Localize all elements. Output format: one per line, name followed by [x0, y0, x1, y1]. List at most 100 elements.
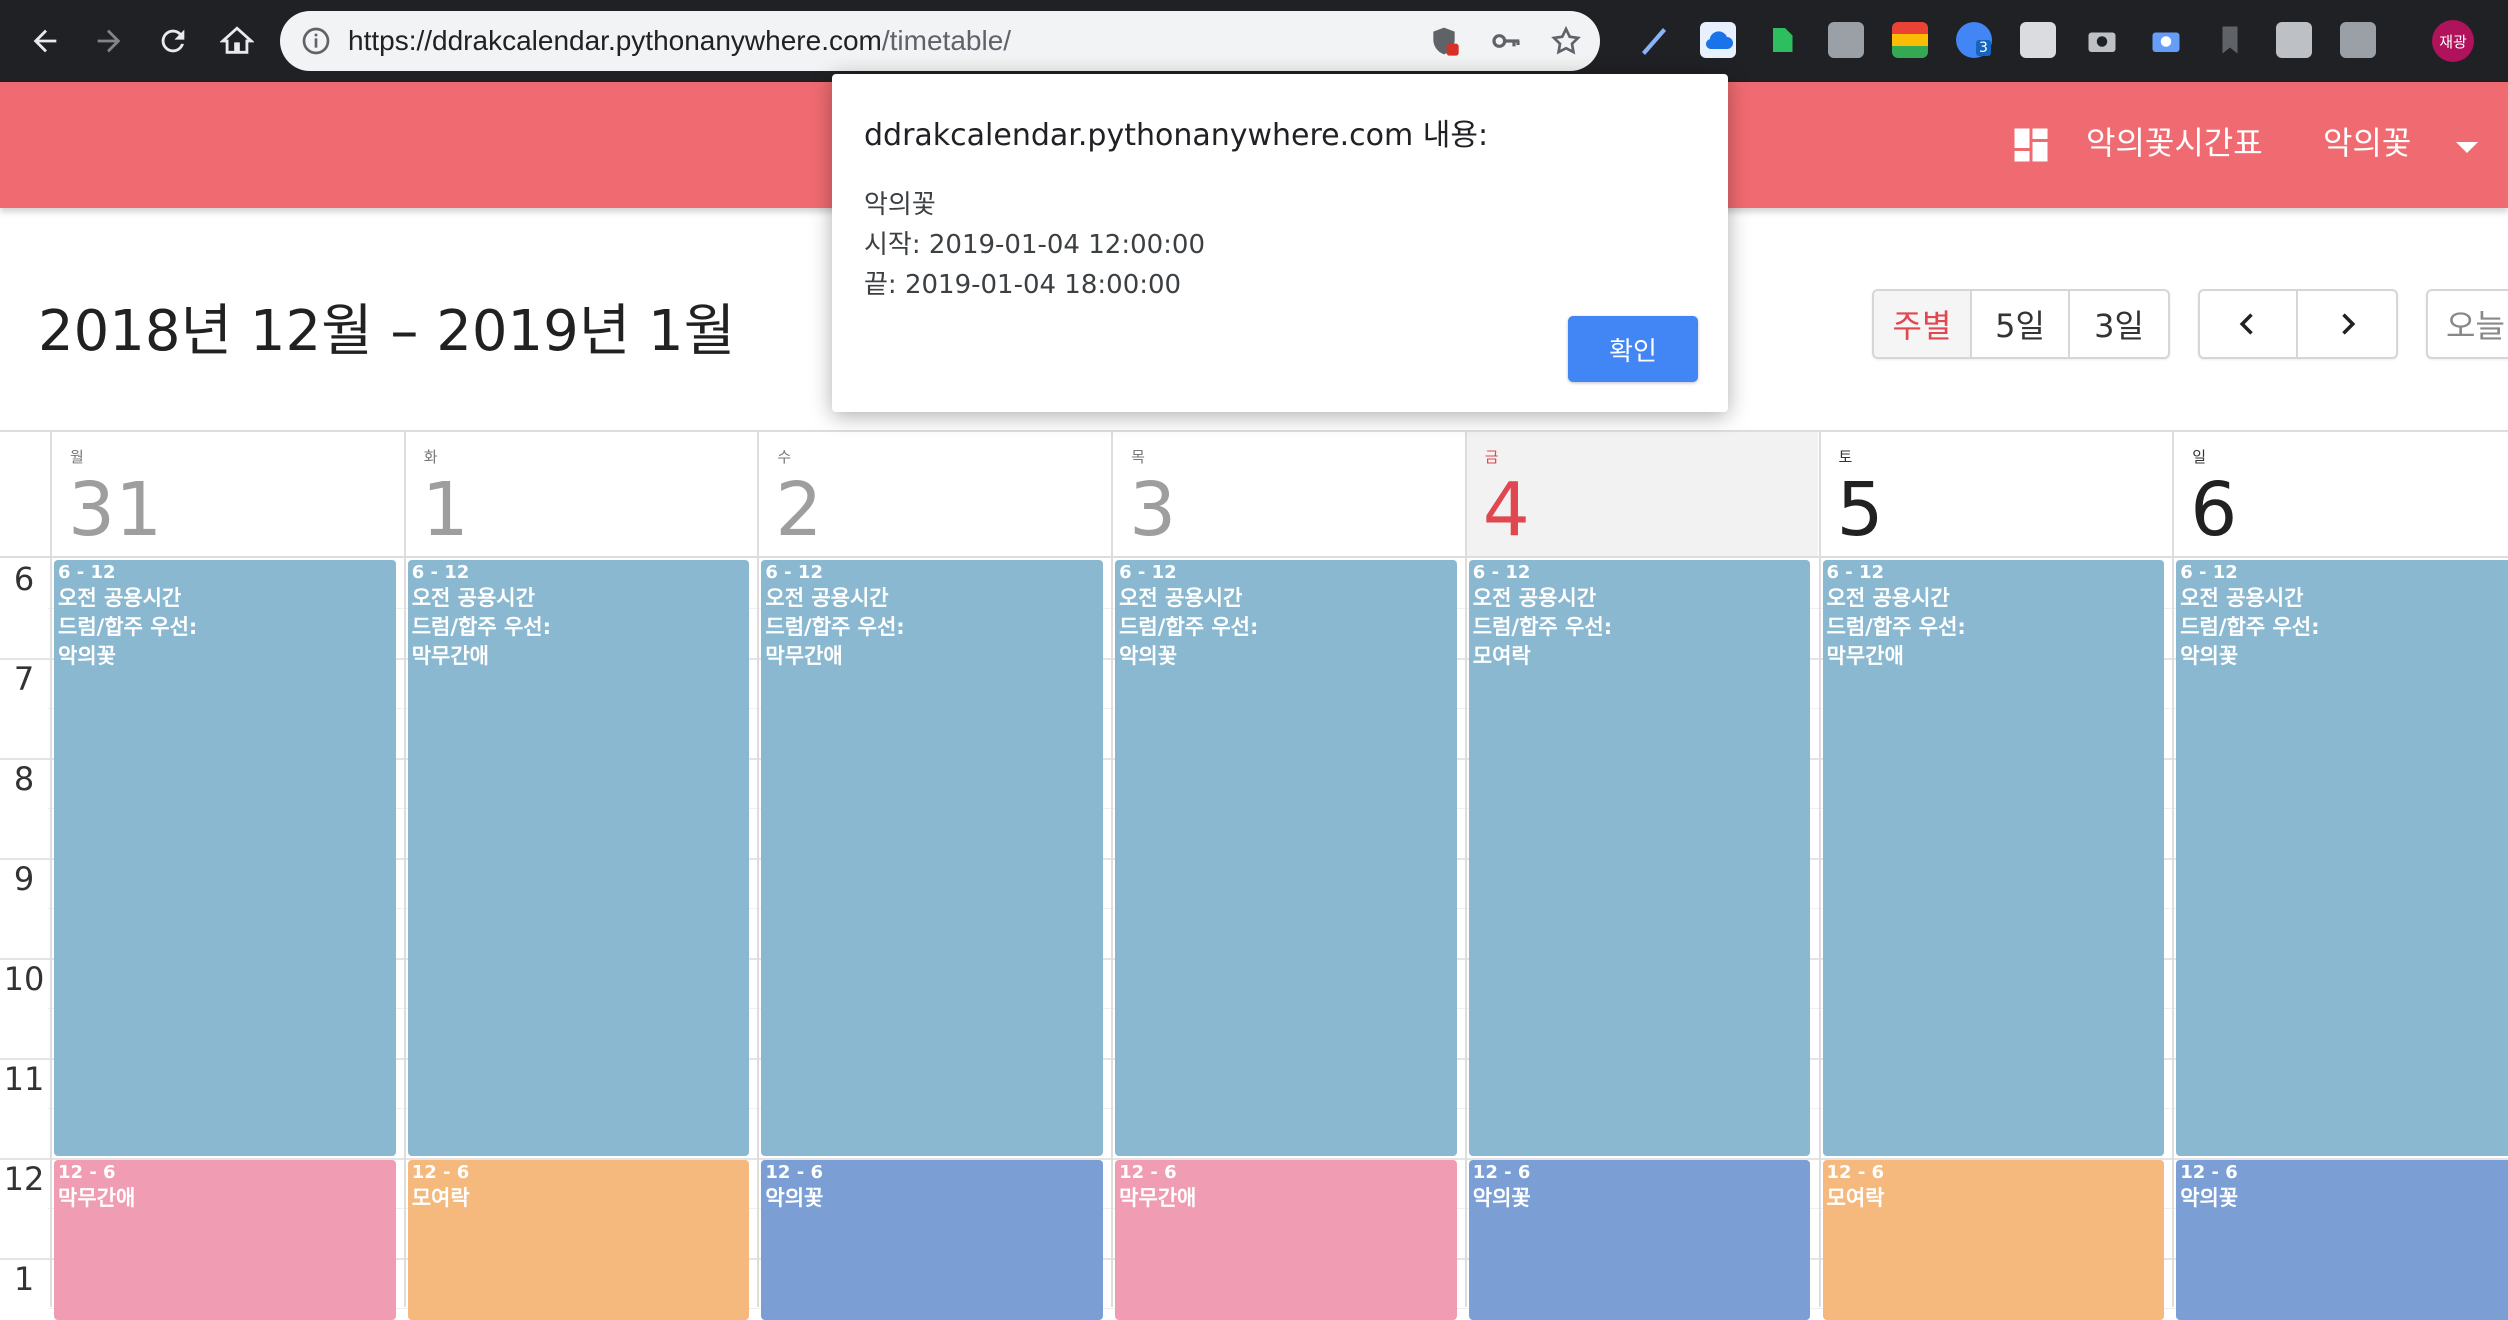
event-time: 6 - 12 [765, 562, 823, 583]
day-header[interactable]: 화1 [403, 432, 758, 556]
event-title: 악의꽃 [765, 1186, 824, 1210]
blocked-shield-icon[interactable] [1428, 25, 1460, 57]
event-time: 12 - 6 [1472, 1162, 1531, 1183]
event-time: 6 - 12 [2180, 562, 2238, 583]
day-header[interactable]: 수2 [757, 432, 1111, 556]
evernote-extension-icon[interactable] [1764, 22, 1800, 58]
event-block-morning[interactable]: 6 - 12 오전 공용시간 드럼/합주 우선: 악의꽃 [2176, 560, 2508, 1156]
download-extension-icon[interactable]: 3 [1956, 22, 1992, 58]
view-week-button[interactable]: 주별 [1874, 291, 1972, 357]
day-number[interactable]: 5 [1837, 468, 1884, 552]
back-icon[interactable] [20, 16, 70, 66]
address-bar[interactable]: https://ddrakcalendar.pythonanywhere.com… [280, 11, 1600, 71]
pager [2198, 289, 2398, 359]
day-of-week: 토 [1838, 448, 1853, 466]
bookmark-extension-icon[interactable] [2212, 22, 2248, 58]
camera-extension-icon[interactable] [2084, 22, 2120, 58]
event-block-morning[interactable]: 6 - 12 오전 공용시간 드럼/합주 우선: 막무간애 [1822, 560, 2165, 1156]
date-range-title: 2018년 12월 – 2019년 1월 [38, 299, 736, 364]
event-title: 모여락 [411, 1186, 470, 1210]
event-title: 오전 공용시간 드럼/합주 우선: 악의꽃 [1119, 586, 1259, 668]
event-block-morning[interactable]: 6 - 12 오전 공용시간 드럼/합주 우선: 모여락 [1468, 560, 1811, 1156]
day-header[interactable]: 월 31 [50, 432, 404, 556]
cloud-extension-icon[interactable] [1700, 22, 1736, 58]
day-number[interactable]: 2 [775, 468, 822, 552]
day-column-divider [2172, 558, 2175, 1307]
dialog-ok-button[interactable]: 확인 [1568, 316, 1698, 382]
forward-icon[interactable] [84, 16, 134, 66]
event-block-afternoon[interactable]: 12 - 6 악의꽃 [761, 1160, 1104, 1320]
event-block-morning[interactable]: 6 - 12 오전 공용시간 드럼/합주 우선: 악의꽃 [54, 560, 396, 1156]
event-time: 6 - 12 [1119, 562, 1177, 583]
dialog-start-time: 시작: 2019-01-04 12:00:00 [864, 230, 1206, 260]
view-3day-button[interactable]: 3일 [2070, 291, 2168, 357]
event-time: 12 - 6 [2180, 1162, 2238, 1183]
event-time: 6 - 12 [58, 562, 116, 583]
event-title: 오전 공용시간 드럼/합주 우선: 모여락 [1472, 586, 1613, 668]
chevron-right-icon [2342, 313, 2356, 335]
event-title: 오전 공용시간 드럼/합주 우선: 막무간애 [765, 586, 905, 668]
today-button[interactable]: 오늘 [2428, 291, 2508, 357]
event-block-afternoon[interactable]: 12 - 6 모여락 [1822, 1160, 2165, 1320]
reload-icon[interactable] [148, 16, 198, 66]
event-block-afternoon[interactable]: 12 - 6 모여락 [407, 1160, 750, 1320]
day-column-divider [1818, 558, 1821, 1307]
event-time: 6 - 12 [1826, 562, 1885, 583]
day-of-week: 화 [423, 448, 438, 466]
bookmark-star-icon[interactable] [1550, 25, 1582, 57]
event-title: 오전 공용시간 드럼/합주 우선: 악의꽃 [58, 586, 198, 668]
dialog-title: ddrakcalendar.pythonanywhere.com 내용: [864, 118, 1489, 153]
screenshot-extension-icon[interactable] [2148, 22, 2184, 58]
day-number[interactable]: 31 [68, 468, 162, 552]
day-header[interactable]: 일6 [2172, 432, 2508, 556]
prev-button[interactable] [2200, 291, 2298, 357]
day-of-week: 일 [2192, 448, 2206, 466]
next-button[interactable] [2298, 291, 2396, 357]
view-5day-button[interactable]: 5일 [1972, 291, 2070, 357]
event-block-morning[interactable]: 6 - 12 오전 공용시간 드럼/합주 우선: 막무간애 [407, 560, 750, 1156]
event-block-afternoon[interactable]: 12 - 6 막무간애 [54, 1160, 396, 1320]
calendar-grid: 월 31 화 1 수 2 목 3 금 4 토 5 일 6 6 7 8 9 10 11 12 1 6 - 12 오전 공용시간… [0, 430, 2508, 1320]
event-block-afternoon[interactable]: 12 - 6 악의꽃 [1468, 1160, 1811, 1320]
hour-label: 10 [3, 960, 45, 998]
event-block-afternoon[interactable]: 12 - 6 악의꽃 [2176, 1160, 2508, 1320]
text-extension-icon[interactable] [1828, 22, 1864, 58]
info-extension-icon[interactable] [2340, 22, 2376, 58]
day-header[interactable]: 목3 [1111, 432, 1465, 556]
event-block-morning[interactable]: 6 - 12 오전 공용시간 드럼/합주 우선: 막무간애 [761, 560, 1104, 1156]
event-time: 6 - 12 [411, 562, 470, 583]
url-text[interactable]: https://ddrakcalendar.pythonanywhere.com… [348, 11, 1011, 71]
brand-title[interactable]: 악의꽃시간표 [2086, 118, 2263, 164]
puzzle-extension-icon[interactable] [2276, 22, 2312, 58]
color-extension-icon[interactable] [1892, 22, 1928, 58]
user-menu[interactable]: 악의꽃 [2323, 118, 2411, 164]
key-icon[interactable] [1490, 25, 1522, 57]
day-header[interactable]: 토5 [1818, 432, 2173, 556]
day-number[interactable]: 6 [2190, 468, 2237, 552]
day-number[interactable]: 4 [1483, 468, 1530, 552]
event-time: 12 - 6 [765, 1162, 823, 1183]
day-header[interactable]: 금4 [1464, 432, 1819, 556]
hour-label: 6 [13, 560, 35, 598]
day-of-week: 목 [1131, 448, 1145, 466]
event-time: 12 - 6 [58, 1162, 116, 1183]
view-switcher: 주별 5일 3일 [1872, 289, 2170, 359]
pen-extension-icon[interactable] [1636, 22, 1672, 58]
day-column-divider [50, 558, 52, 1307]
event-title: 모여락 [1826, 1186, 1885, 1210]
profile-avatar[interactable]: 재광 [2432, 20, 2474, 62]
dashboard-icon [2014, 128, 2048, 162]
chevron-down-icon[interactable] [2456, 142, 2478, 153]
hour-label: 7 [13, 660, 35, 698]
event-block-afternoon[interactable]: 12 - 6 막무간애 [1115, 1160, 1457, 1320]
event-block-morning[interactable]: 6 - 12 오전 공용시간 드럼/합주 우선: 악의꽃 [1115, 560, 1457, 1156]
card-extension-icon[interactable] [2020, 22, 2056, 58]
hour-label: 8 [13, 760, 35, 798]
day-number[interactable]: 3 [1129, 468, 1176, 552]
browser-toolbar: https://ddrakcalendar.pythonanywhere.com… [0, 0, 2508, 82]
site-info-icon[interactable] [300, 25, 332, 57]
home-icon[interactable] [212, 16, 262, 66]
day-number[interactable]: 1 [422, 468, 469, 552]
day-of-week: 월 [70, 448, 84, 466]
chevron-left-icon [2239, 313, 2253, 335]
